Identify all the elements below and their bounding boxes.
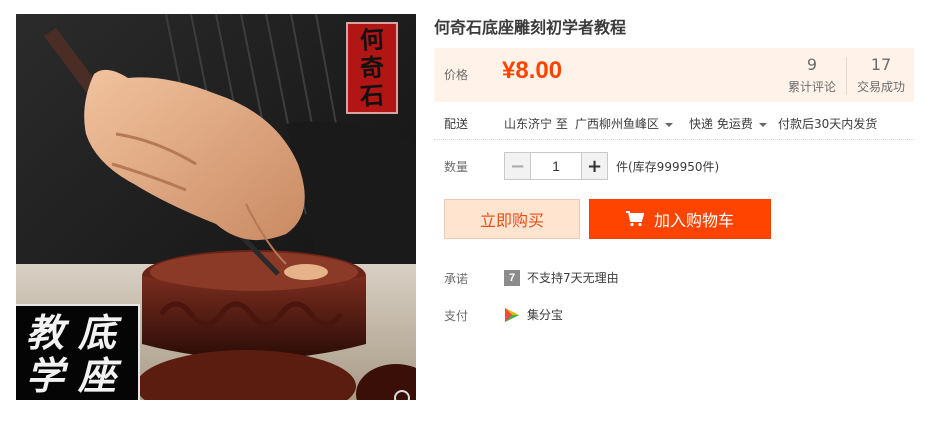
deals-label: 交易成功	[856, 80, 905, 94]
shipping-from: 山东济宁 至	[504, 117, 568, 131]
jifenbao-icon	[505, 307, 519, 322]
title-seal-top: 何 奇 石	[346, 22, 398, 114]
shipping-method-select[interactable]: 快递 免运费	[689, 115, 767, 132]
shipping-destination: 广西柳州鱼峰区	[575, 117, 660, 131]
reviews-label: 累计评论	[787, 80, 836, 94]
reviews-stat[interactable]: 9 累计评论	[784, 56, 840, 95]
payment-value[interactable]: 集分宝	[504, 306, 563, 323]
product-title: 何奇石底座雕刻初学者教程	[434, 20, 627, 37]
deals-count: 17	[870, 55, 892, 74]
promise-label: 承诺	[444, 272, 469, 286]
shipping-label: 配送	[444, 117, 469, 131]
chevron-down-icon	[665, 122, 674, 127]
stock-info: 件(库存999950件)	[616, 160, 720, 174]
price-label: 价格	[444, 68, 469, 82]
buy-now-button[interactable]: 立即购买	[444, 199, 580, 239]
seven-day-icon: 7	[504, 269, 520, 286]
title-seal-bottom: 教 底 学 座	[16, 304, 140, 400]
shipping-destination-select[interactable]: 广西柳州鱼峰区	[575, 115, 674, 132]
chevron-down-icon	[758, 122, 767, 127]
add-to-cart-label: 加入购物车	[653, 211, 734, 230]
zoom-icon[interactable]	[394, 390, 410, 400]
price-value: ¥8.00	[502, 57, 563, 84]
add-to-cart-button[interactable]: 加入购物车	[589, 199, 771, 239]
shipping-row: 配送 山东济宁 至 广西柳州鱼峰区 快递 免运费 付款后30天内发货	[434, 112, 914, 140]
stat-divider	[846, 58, 847, 94]
quantity-decrease-button[interactable]: −	[505, 153, 531, 179]
reviews-count: 9	[806, 55, 818, 74]
shipping-method: 快递 免运费	[689, 117, 753, 131]
quantity-input[interactable]	[531, 153, 581, 179]
quantity-stepper: − +	[504, 152, 608, 180]
shipping-note: 付款后30天内发货	[778, 117, 878, 131]
price-panel: 价格 ¥8.00 9 累计评论 17 交易成功	[434, 48, 914, 102]
quantity-label: 数量	[444, 160, 469, 174]
payment-label: 支付	[444, 309, 469, 323]
product-image[interactable]: 何 奇 石 教 底 学 座	[16, 14, 416, 400]
cart-icon	[625, 211, 644, 227]
quantity-increase-button[interactable]: +	[581, 153, 607, 179]
payment-text: 集分宝	[527, 308, 564, 322]
deals-stat: 17 交易成功	[852, 56, 910, 95]
promise-value[interactable]: 7 不支持7天无理由	[504, 269, 619, 286]
promise-text: 不支持7天无理由	[527, 271, 619, 285]
